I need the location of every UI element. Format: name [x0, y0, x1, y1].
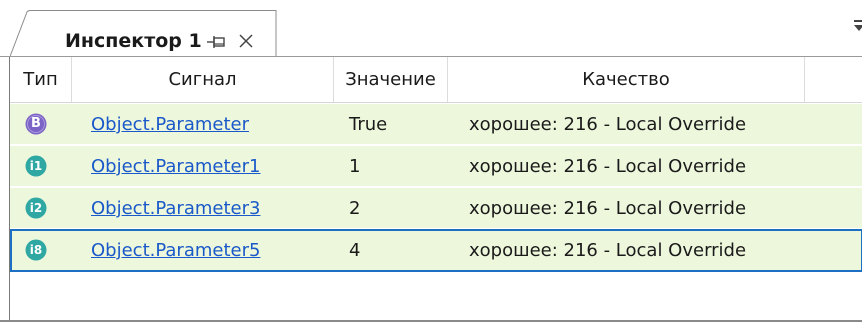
tab-strip: Инспектор 1 — [0, 0, 862, 57]
table-row[interactable]: i1 Object.Parameter1 1 хорошее: 216 - Lo… — [10, 146, 862, 187]
tab-title: Инспектор 1 — [65, 30, 202, 52]
signal-link[interactable]: Object.Parameter5 — [91, 231, 260, 270]
column-header-signal[interactable]: Сигнал — [72, 57, 334, 102]
column-header-type[interactable]: Тип — [10, 57, 72, 102]
table-row-selected[interactable]: i8 Object.Parameter5 4 хорошее: 216 - Lo… — [10, 229, 862, 272]
pin-icon[interactable] — [206, 33, 228, 51]
signal-link[interactable]: Object.Parameter3 — [91, 188, 260, 229]
column-header-filler — [805, 57, 862, 102]
type-badge-label: i1 — [29, 159, 43, 173]
value-cell: 1 — [349, 156, 361, 177]
type-badge-label: i2 — [29, 201, 43, 215]
signal-link[interactable]: Object.Parameter — [91, 104, 249, 145]
close-icon[interactable] — [237, 32, 255, 50]
tab-menu-dropdown-icon[interactable] — [854, 19, 862, 33]
value-cell: 4 — [349, 240, 361, 261]
column-header-quality[interactable]: Качество — [448, 57, 805, 102]
column-header-value[interactable]: Значение — [334, 57, 448, 102]
signals-grid: Тип Сигнал Значение Качество B Object.Pa… — [9, 57, 862, 322]
tab-inspector-1[interactable]: Инспектор 1 — [10, 10, 278, 57]
inspector-window: Инспектор 1 Тип Сигнал Значение Качество — [0, 0, 862, 322]
signal-link[interactable]: Object.Parameter1 — [91, 146, 260, 187]
value-cell: 2 — [349, 198, 361, 219]
table-row[interactable]: i2 Object.Parameter3 2 хорошее: 216 - Lo… — [10, 188, 862, 229]
type-badge-label: i8 — [29, 243, 43, 257]
type-badge-label: B — [31, 116, 41, 131]
quality-cell: хорошее: 216 - Local Override — [469, 240, 747, 261]
quality-cell: хорошее: 216 - Local Override — [469, 198, 747, 219]
quality-cell: хорошее: 216 - Local Override — [469, 114, 747, 135]
grid-header: Тип Сигнал Значение Качество — [10, 57, 862, 103]
quality-cell: хорошее: 216 - Local Override — [469, 156, 747, 177]
value-cell: True — [349, 114, 388, 135]
table-row[interactable]: B Object.Parameter True хорошее: 216 - L… — [10, 104, 862, 145]
